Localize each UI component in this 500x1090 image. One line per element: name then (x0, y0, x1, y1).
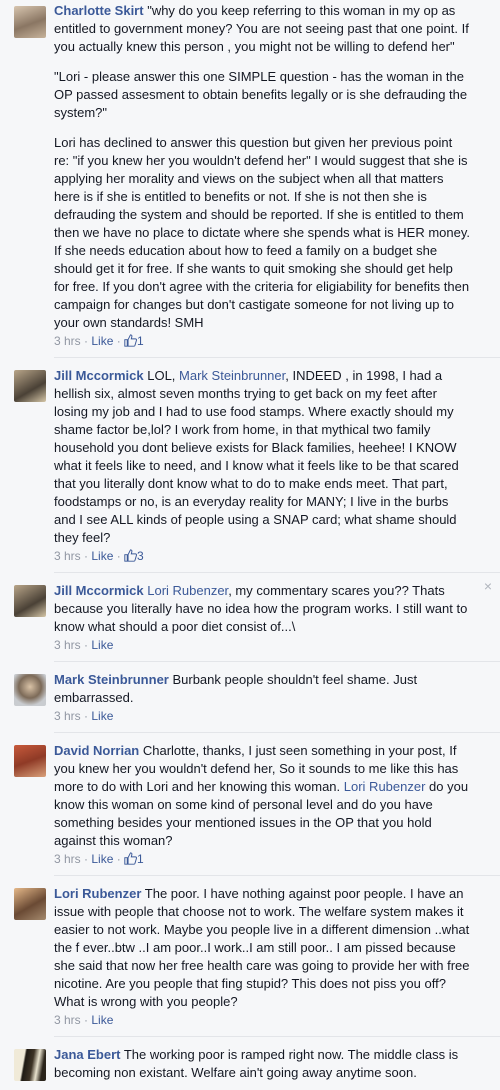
avatar[interactable] (14, 585, 46, 617)
comment: Jana Ebert The working poor is ramped ri… (0, 1037, 500, 1090)
comment-body: Jana Ebert The working poor is ramped ri… (54, 1046, 470, 1082)
like-count-link[interactable]: 1 (124, 852, 144, 866)
comment-meta: 3 hrs · Like (54, 708, 470, 724)
separator: · (113, 852, 125, 866)
like-button[interactable]: Like (91, 1013, 113, 1027)
like-button[interactable]: Like (91, 334, 113, 348)
like-button[interactable]: Like (91, 709, 113, 723)
comment-meta: 3 hrs · Like (54, 637, 470, 653)
comment-body: David Norrian Charlotte, thanks, I just … (54, 742, 470, 850)
separator: · (80, 852, 92, 866)
author-name[interactable]: Lori Rubenzer (54, 886, 141, 901)
thumbs-up-icon (124, 334, 138, 347)
thumbs-up-icon (124, 852, 138, 865)
timestamp[interactable]: 3 hrs (54, 549, 81, 563)
close-icon[interactable]: × (484, 577, 492, 595)
avatar[interactable] (14, 1049, 46, 1081)
like-count-link[interactable]: 3 (124, 549, 144, 563)
comment: Charlotte Skirt "why do you keep referri… (0, 0, 500, 357)
like-count: 1 (137, 334, 144, 348)
like-count: 1 (137, 852, 144, 866)
comment-body: Mark Steinbrunner Burbank people shouldn… (54, 671, 470, 707)
avatar[interactable] (14, 370, 46, 402)
comment-text: , INDEED , in 1998, I had a hellish six,… (54, 368, 459, 545)
timestamp[interactable]: 3 hrs (54, 638, 81, 652)
separator: · (113, 334, 125, 348)
comment-meta: 3 hrs · Like (54, 1012, 470, 1028)
timestamp[interactable]: 3 hrs (54, 334, 81, 348)
comment-meta: 3 hrs · Like · 1 (54, 333, 470, 349)
comment-text: "Lori - please answer this one SIMPLE qu… (54, 69, 468, 120)
comment-body: Charlotte Skirt "why do you keep referri… (54, 2, 470, 332)
avatar[interactable] (14, 674, 46, 706)
comment-text: LOL, (143, 368, 180, 383)
like-button[interactable]: Like (91, 638, 113, 652)
avatar[interactable] (14, 745, 46, 777)
timestamp[interactable]: 3 hrs (54, 852, 81, 866)
like-button[interactable]: Like (91, 852, 113, 866)
mention-link[interactable]: Lori Rubenzer (147, 583, 228, 598)
author-name[interactable]: Jill Mccormick (54, 583, 144, 598)
comment-meta: 3 hrs · Like · 1 (54, 851, 470, 867)
avatar[interactable] (14, 6, 46, 38)
timestamp[interactable]: 3 hrs (54, 709, 81, 723)
comment: David Norrian Charlotte, thanks, I just … (0, 733, 500, 875)
author-name[interactable]: Charlotte Skirt (54, 3, 144, 18)
timestamp[interactable]: 3 hrs (54, 1013, 81, 1027)
comment: Jill Mccormick LOL, Mark Steinbrunner, I… (0, 358, 500, 572)
comment-meta: 3 hrs · Like · 3 (54, 548, 470, 564)
avatar[interactable] (14, 888, 46, 920)
thumbs-up-icon (124, 549, 138, 562)
mention-link[interactable]: Lori Rubenzer (344, 779, 426, 794)
separator: · (80, 709, 92, 723)
comment: × Jill Mccormick Lori Rubenzer, my comme… (0, 573, 500, 661)
like-count-link[interactable]: 1 (124, 334, 144, 348)
comment: Lori Rubenzer The poor. I have nothing a… (0, 876, 500, 1036)
like-button[interactable]: Like (91, 549, 113, 563)
separator: · (80, 549, 92, 563)
separator: · (80, 334, 92, 348)
comment-text: The poor. I have nothing against poor pe… (54, 886, 470, 1009)
author-name[interactable]: Jill Mccormick (54, 368, 144, 383)
separator: · (80, 638, 92, 652)
comment-body: Jill Mccormick LOL, Mark Steinbrunner, I… (54, 367, 470, 547)
comment: Mark Steinbrunner Burbank people shouldn… (0, 662, 500, 732)
separator: · (113, 549, 125, 563)
separator: · (80, 1013, 92, 1027)
author-name[interactable]: David Norrian (54, 743, 139, 758)
author-name[interactable]: Mark Steinbrunner (54, 672, 169, 687)
comment-text: Lori has declined to answer this questio… (54, 135, 470, 330)
comment-body: Lori Rubenzer The poor. I have nothing a… (54, 885, 470, 1011)
like-count: 3 (137, 549, 144, 563)
comment-body: Jill Mccormick Lori Rubenzer, my comment… (54, 582, 470, 636)
mention-link[interactable]: Mark Steinbrunner (179, 368, 285, 383)
